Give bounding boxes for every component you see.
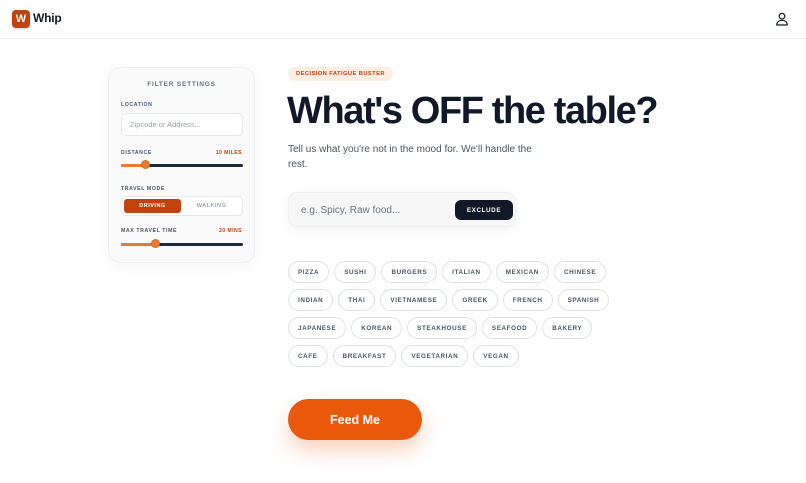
page-title: What's OFF the table?: [287, 90, 659, 132]
logo-icon[interactable]: W: [12, 10, 30, 28]
max-travel-time-slider[interactable]: [121, 239, 243, 249]
mode-walking-button[interactable]: WALKING: [183, 199, 240, 213]
location-label: LOCATION: [121, 102, 153, 108]
exclude-button[interactable]: EXCLUDE: [455, 200, 513, 220]
cuisine-chip[interactable]: SPANISH: [557, 289, 610, 311]
cuisine-chip[interactable]: BURGERS: [381, 261, 438, 283]
max-travel-time-label: MAX TRAVEL TIME: [121, 228, 178, 234]
top-header: W Whip: [0, 0, 806, 39]
exclude-search-bar: EXCLUDE: [288, 192, 516, 227]
cuisine-chip[interactable]: CHINESE: [553, 261, 607, 283]
cuisine-chip[interactable]: BAKERY: [542, 317, 593, 339]
filter-settings-panel: FILTER SETTINGS LOCATION DISTANCE 10 MIL…: [108, 67, 255, 263]
page-subtitle: Tell us what you're not in the mood for.…: [288, 144, 532, 170]
cuisine-chip[interactable]: THAI: [338, 289, 376, 311]
travel-mode-toggle: DRIVING WALKING: [121, 196, 243, 216]
cuisine-chip[interactable]: BREAKFAST: [332, 345, 397, 367]
chip-row: PIZZA SUSHI BURGERS ITALIAN MEXICAN CHINESE: [288, 261, 648, 283]
chip-row: CAFE BREAKFAST VEGETARIAN VEGAN: [288, 345, 648, 367]
cuisine-chip[interactable]: JAPANESE: [288, 317, 347, 339]
cuisine-chip[interactable]: INDIAN: [288, 289, 334, 311]
cuisine-chip[interactable]: GREEK: [452, 289, 498, 311]
chip-row: JAPANESE KOREAN STEAKHOUSE SEAFOOD BAKERY: [288, 317, 648, 339]
panel-title: FILTER SETTINGS: [147, 81, 216, 88]
distance-slider[interactable]: [121, 160, 243, 170]
mode-driving-button[interactable]: DRIVING: [124, 199, 181, 213]
max-travel-time-value: 20 MINS: [219, 228, 242, 234]
cuisine-chip[interactable]: ITALIAN: [442, 261, 491, 283]
location-input[interactable]: [121, 113, 243, 136]
slider-thumb[interactable]: [150, 239, 160, 248]
app-name[interactable]: Whip: [33, 11, 62, 25]
cuisine-chip-list: PIZZA SUSHI BURGERS ITALIAN MEXICAN CHINESE IN…: [288, 261, 648, 373]
cuisine-chip[interactable]: KOREAN: [351, 317, 403, 339]
feed-me-button[interactable]: Feed Me: [288, 399, 422, 440]
cuisine-chip[interactable]: VEGETARIAN: [401, 345, 469, 367]
cuisine-chip[interactable]: SEAFOOD: [481, 317, 538, 339]
cuisine-chip[interactable]: FRENCH: [502, 289, 553, 311]
user-icon[interactable]: [775, 12, 789, 26]
travel-mode-label: TRAVEL MODE: [121, 186, 165, 192]
exclude-input[interactable]: [301, 201, 451, 220]
cuisine-chip[interactable]: CAFE: [288, 345, 328, 367]
cuisine-chip[interactable]: VIETNAMESE: [380, 289, 448, 311]
cuisine-chip[interactable]: VEGAN: [473, 345, 519, 367]
distance-value: 10 MILES: [215, 150, 242, 156]
distance-label: DISTANCE: [121, 150, 152, 156]
chip-row: INDIAN THAI VIETNAMESE GREEK FRENCH SPANISH: [288, 289, 648, 311]
tagline-badge: DECISION FATIGUE BUSTER: [288, 67, 393, 81]
cuisine-chip[interactable]: STEAKHOUSE: [407, 317, 477, 339]
slider-thumb[interactable]: [140, 160, 150, 169]
cuisine-chip[interactable]: SUSHI: [334, 261, 377, 283]
cuisine-chip[interactable]: MEXICAN: [495, 261, 549, 283]
cuisine-chip[interactable]: PIZZA: [288, 261, 330, 283]
